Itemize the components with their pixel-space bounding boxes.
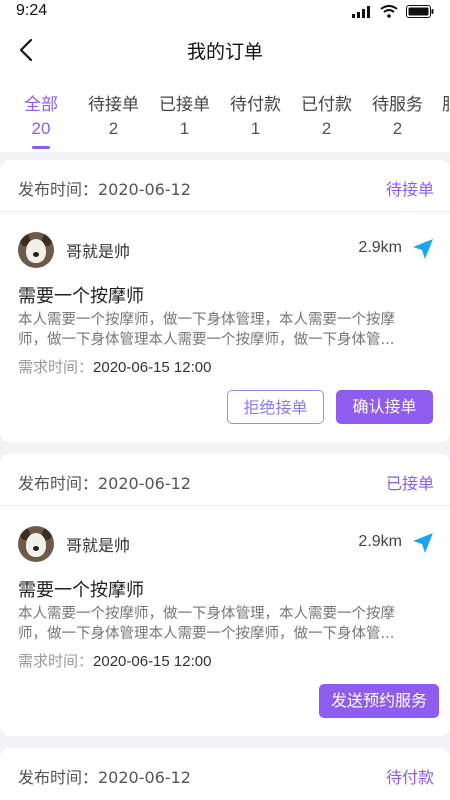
send-appointment-button[interactable]: 发送预约服务: [319, 684, 439, 718]
status-bar: 9:24: [0, 0, 450, 24]
tab-count: 2: [392, 119, 403, 138]
order-title: 需要一个按摩师: [18, 286, 144, 307]
order-description: 本人需要一个按摩师，做一下身体管理，本人需要一个按摩 师，做一下身体管理本人需要…: [18, 310, 434, 350]
tab-count: 1: [179, 119, 190, 138]
avatar[interactable]: [18, 526, 54, 562]
wifi-icon: [380, 5, 398, 18]
navigation-arrow-icon[interactable]: [412, 238, 434, 260]
order-status: 已接单: [385, 474, 434, 493]
demand-time-label: 需求时间：: [18, 652, 94, 670]
publish-time: 发布时间：2020-06-12: [18, 768, 191, 787]
status-icons: [352, 5, 434, 18]
tab-pending-payment[interactable]: 待付款 1: [230, 90, 281, 139]
order-card-header: 发布时间：2020-06-12 已接单: [0, 454, 450, 506]
demand-time-value: 2020-06-15 12:00: [93, 359, 212, 376]
order-card-header: 发布时间：2020-06-12 待付款: [0, 748, 450, 800]
confirm-order-button[interactable]: 确认接单: [336, 390, 433, 424]
order-card[interactable]: 发布时间：2020-06-12 待接单 哥就是帅 2.9km 需要一个按摩师 本…: [0, 160, 450, 442]
order-card[interactable]: 发布时间：2020-06-12 待付款: [0, 748, 450, 800]
demand-time-label: 需求时间：: [18, 358, 94, 376]
order-status: 待付款: [385, 768, 434, 787]
battery-icon: [406, 5, 434, 18]
order-status: 待接单: [385, 180, 434, 199]
tab-label: 已付款: [301, 95, 352, 115]
user-row: 哥就是帅 2.9km: [18, 232, 434, 272]
navigation-arrow-icon[interactable]: [412, 532, 434, 554]
tab-label: 服: [442, 90, 450, 115]
tab-pending-accept[interactable]: 待接单 2: [88, 90, 139, 139]
page-title: 我的订单: [186, 41, 263, 63]
tab-label: 全部: [24, 95, 58, 115]
order-card[interactable]: 发布时间：2020-06-12 已接单 哥就是帅 2.9km 需要一个按摩师 本…: [0, 454, 450, 736]
avatar[interactable]: [18, 232, 54, 268]
tab-count: 1: [250, 119, 261, 138]
description-line: 师，做一下身体管理本人需要一个按摩师，做一下身体管...: [18, 332, 395, 348]
tab-count: 2: [321, 119, 332, 138]
tab-count: 2: [108, 119, 119, 138]
status-time: 9:24: [16, 2, 48, 19]
distance: 2.9km: [358, 239, 402, 256]
order-description: 本人需要一个按摩师，做一下身体管理，本人需要一个按摩 师，做一下身体管理本人需要…: [18, 604, 434, 644]
reject-order-button[interactable]: 拒绝接单: [227, 390, 324, 424]
tab-label: 已接单: [159, 95, 210, 115]
demand-time-value: 2020-06-15 12:00: [93, 653, 212, 670]
tab-label: 待服务: [372, 95, 423, 115]
tab-service-partial[interactable]: 服: [442, 90, 450, 119]
demand-time: 需求时间：2020-06-15 12:00: [18, 650, 211, 671]
tab-accepted[interactable]: 已接单 1: [159, 90, 210, 139]
user-name: 哥就是帅: [66, 536, 131, 555]
nav-bar: 我的订单: [0, 24, 450, 76]
description-line: 师，做一下身体管理本人需要一个按摩师，做一下身体管...: [18, 626, 395, 642]
description-line: 本人需要一个按摩师，做一下身体管理，本人需要一个按摩: [18, 312, 395, 328]
tab-paid[interactable]: 已付款 2: [301, 90, 352, 139]
demand-time: 需求时间：2020-06-15 12:00: [18, 356, 211, 377]
tab-active-indicator: [32, 146, 50, 149]
order-status-tabs: 全部 20 待接单 2 已接单 1 待付款 1 已付款 2 待服务 2 服: [0, 76, 450, 152]
description-line: 本人需要一个按摩师，做一下身体管理，本人需要一个按摩: [18, 606, 395, 622]
order-title: 需要一个按摩师: [18, 580, 144, 601]
user-row: 哥就是帅 2.9km: [18, 526, 434, 566]
signal-icon: [352, 5, 370, 18]
user-name: 哥就是帅: [66, 242, 131, 261]
tab-all[interactable]: 全部 20: [24, 90, 58, 149]
order-card-header: 发布时间：2020-06-12 待接单: [0, 160, 450, 212]
publish-time: 发布时间：2020-06-12: [18, 180, 191, 199]
tab-pending-service[interactable]: 待服务 2: [372, 90, 423, 139]
publish-time: 发布时间：2020-06-12: [18, 474, 191, 493]
tab-label: 待付款: [230, 95, 281, 115]
distance: 2.9km: [358, 533, 402, 550]
tab-label: 待接单: [88, 95, 139, 115]
tab-count: 20: [31, 119, 51, 138]
